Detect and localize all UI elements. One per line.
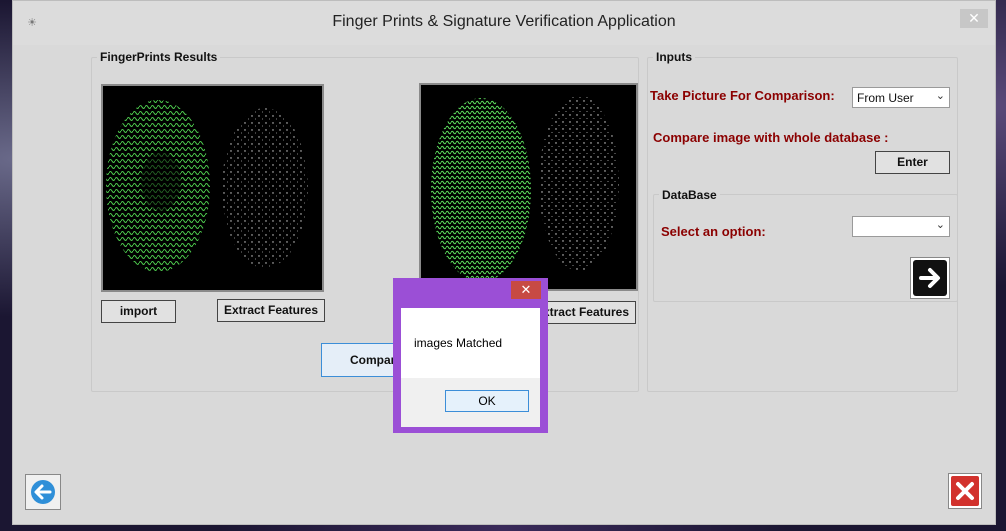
app-window: ☀ Finger Prints & Signature Verification… [12,0,996,525]
chevron-down-icon: ⌄ [935,219,945,231]
database-group-label: DataBase [659,188,720,202]
window-close-button[interactable]: ✕ [960,9,988,28]
back-arrow-icon [31,480,55,504]
compare-database-label: Compare image with whole database : [653,130,889,145]
exit-x-icon [951,476,979,506]
enter-button[interactable]: Enter [875,151,950,174]
inputs-group-label: Inputs [653,50,695,64]
fingerprint-image-right [419,83,638,291]
take-picture-select-value: From User [857,91,914,105]
fingerprint-left-graphic [106,100,308,272]
dialog-close-button[interactable]: ✕ [511,281,541,299]
fingerprint-image-left [101,84,324,292]
take-picture-label: Take Picture For Comparison: [650,88,835,103]
dialog-body: images Matched [401,308,540,378]
take-picture-select[interactable]: From User ⌄ [852,87,950,108]
next-button[interactable] [910,257,950,299]
next-arrow-icon [913,260,947,296]
database-select[interactable]: ⌄ [852,216,950,237]
title-bar: ☀ Finger Prints & Signature Verification… [13,1,995,45]
import-button[interactable]: import [101,300,176,323]
back-button[interactable] [25,474,61,510]
exit-button[interactable] [948,473,982,509]
chevron-down-icon: ⌄ [935,90,945,102]
fingerprint-right-graphic [431,95,619,282]
dialog-message: images Matched [414,336,503,350]
dialog-footer: OK [401,378,540,427]
fingerprints-results-label: FingerPrints Results [97,50,221,64]
select-option-label: Select an option: [661,224,766,239]
window-title: Finger Prints & Signature Verification A… [332,13,676,30]
extract-features-left-button[interactable]: Extract Features [217,299,325,322]
dialog-ok-button[interactable]: OK [445,390,529,412]
message-dialog: ✕ images Matched OK [393,278,548,433]
